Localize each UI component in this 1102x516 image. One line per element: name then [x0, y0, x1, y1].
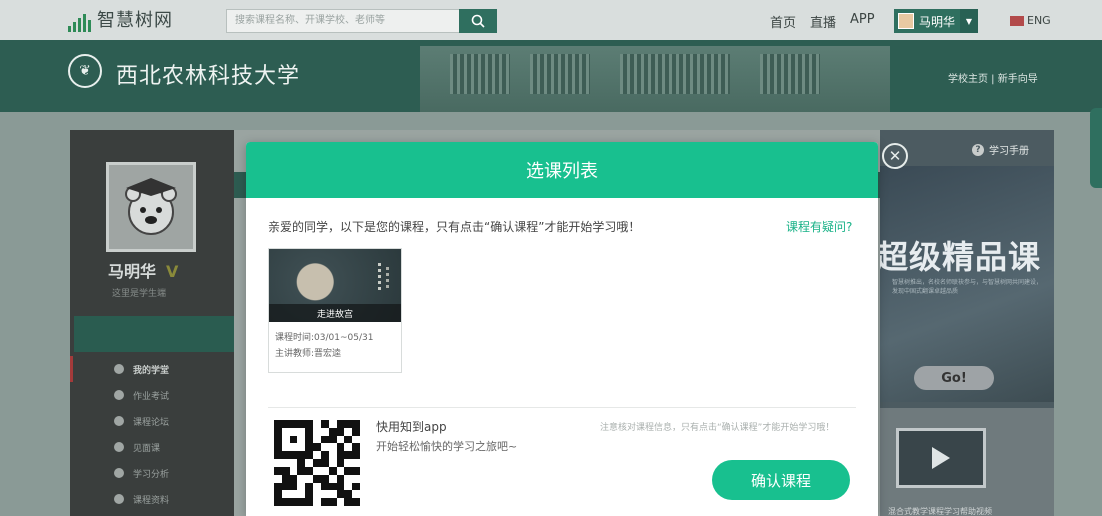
- play-icon: [932, 447, 950, 469]
- video-screen: [896, 428, 986, 488]
- nav-link-app[interactable]: APP: [850, 12, 875, 27]
- course-teacher: 主讲教师:晋宏逵: [275, 349, 342, 359]
- avatar: [106, 162, 196, 252]
- modal-notice: 亲爱的同学，以下是您的课程，只有点击“确认课程”才能开始学习哦！: [268, 220, 641, 234]
- sidebar-item-my-study[interactable]: 我的学堂: [70, 356, 234, 382]
- help-icon: ?: [972, 143, 984, 156]
- chevron-down-icon: ▼: [960, 9, 978, 33]
- promo-title: 超级精品课: [880, 238, 1042, 276]
- bear-icon: [125, 178, 177, 235]
- site-logo[interactable]: 智慧树网: [68, 8, 173, 32]
- language-label: ENG: [1027, 14, 1051, 27]
- course-card[interactable]: 走进故宫 课程时间:03/01~05/31 主讲教师:晋宏逵: [268, 248, 402, 373]
- language-switch[interactable]: ENG: [1010, 14, 1051, 27]
- right-panel: ? 学习手册 超级精品课 智慧树推出，名校名师联袂参与，与智慧树网共同建设，发现…: [880, 130, 1054, 516]
- help-video[interactable]: 混合式教学课程学习帮助视频: [880, 408, 1054, 516]
- modal-divider: [268, 407, 856, 408]
- forum-icon: [114, 416, 124, 426]
- course-thumbnail: 走进故宫: [269, 249, 401, 322]
- sidebar-menu: 我的学堂 作业考试 课程论坛 见面课 学习分析 课程资料: [70, 356, 234, 512]
- sidebar-item-material[interactable]: 课程资料: [70, 486, 234, 512]
- user-menu[interactable]: 马明华 ▼: [894, 9, 978, 33]
- school-emblem-icon: ❦: [68, 54, 102, 88]
- sidebar-subtitle: 这里是学生端: [112, 289, 167, 299]
- pencil-icon: [114, 390, 124, 400]
- vip-badge: V: [166, 262, 179, 281]
- flag-icon: [1010, 15, 1024, 26]
- sidebar-item-homework[interactable]: 作业考试: [70, 382, 234, 408]
- banner-links[interactable]: 学校主页 | 新手向导: [948, 70, 1038, 85]
- sidebar-item-meeting[interactable]: 见面课: [70, 434, 234, 460]
- search-input[interactable]: 搜索课程名称、开课学校、老师等: [226, 9, 460, 33]
- confirm-course-button[interactable]: 确认课程: [712, 460, 850, 500]
- study-manual-link[interactable]: ? 学习手册: [972, 142, 1029, 157]
- sidebar-user-name: 马明华 V: [108, 262, 179, 281]
- home-icon: [114, 364, 124, 374]
- nav-link-home[interactable]: 首页: [770, 12, 796, 31]
- sidebar-item-forum[interactable]: 课程论坛: [70, 408, 234, 434]
- school-name: 西北农林科技大学: [116, 64, 301, 89]
- course-question-link[interactable]: 课程有疑问?: [786, 218, 852, 235]
- logo-bars-icon: [68, 12, 91, 32]
- side-edge-tab[interactable]: [1090, 108, 1102, 188]
- user-avatar: [898, 13, 914, 29]
- promo-go-button[interactable]: Go!: [914, 366, 994, 390]
- banner-building-image: [420, 46, 890, 112]
- search-button[interactable]: [459, 9, 497, 33]
- modal-title: 选课列表: [246, 142, 878, 198]
- video-caption: 混合式教学课程学习帮助视频: [888, 507, 992, 516]
- site-logo-text: 智慧树网: [97, 10, 173, 31]
- top-nav: 智慧树网 搜索课程名称、开课学校、老师等 首页 直播 APP 马明华 ▼ ENG: [0, 0, 1102, 40]
- meeting-icon: [114, 442, 124, 452]
- sidebar-green-block: [74, 316, 234, 352]
- app-qr-code: [274, 420, 360, 506]
- nav-link-live[interactable]: 直播: [810, 12, 836, 31]
- app-subtitle: 开始轻松愉快的学习之旅吧~: [376, 440, 518, 453]
- course-selection-modal: 选课列表 亲爱的同学，以下是您的课程，只有点击“确认课程”才能开始学习哦！ 课程…: [246, 142, 878, 516]
- app-title: 快用知到app: [376, 420, 447, 434]
- sidebar: 马明华 V 这里是学生端 我的学堂 作业考试 课程论坛 见面课 学习分析 课程资料: [70, 130, 234, 516]
- close-icon[interactable]: ✕: [882, 143, 908, 169]
- modal-tip: 注意核对课程信息，只有点击“确认课程”才能开始学习哦！: [600, 423, 835, 433]
- sidebar-item-analysis[interactable]: 学习分析: [70, 460, 234, 486]
- school-banner: ❦ 西北农林科技大学 学校主页 | 新手向导: [0, 40, 1102, 112]
- user-name: 马明华: [919, 14, 956, 29]
- material-icon: [114, 494, 124, 504]
- search-icon: [471, 14, 485, 28]
- analysis-icon: [114, 468, 124, 478]
- promo-subtitle: 智慧树推出，名校名师联袂参与，与智慧树网共同建设，发现中国式翻课卓越品质: [892, 279, 1043, 295]
- course-time: 课程时间:03/01~05/31: [275, 333, 374, 343]
- course-name: 走进故宫: [269, 304, 401, 322]
